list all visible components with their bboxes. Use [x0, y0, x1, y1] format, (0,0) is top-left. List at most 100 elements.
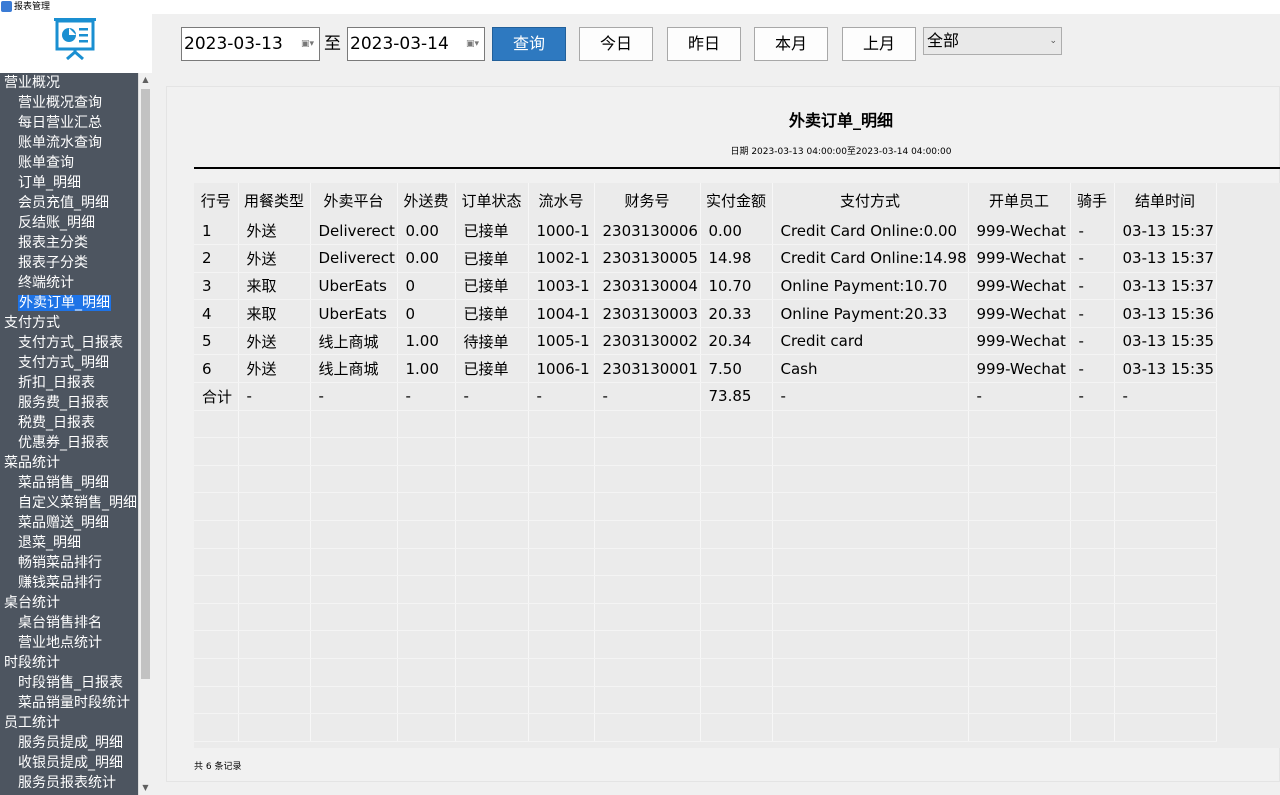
nav-item[interactable]: 畅销菜品排行 [0, 553, 138, 573]
nav-group-header[interactable]: 时段统计 [0, 653, 138, 673]
column-header[interactable]: 实付金额 [700, 183, 773, 217]
nav-group-header[interactable]: 支付方式 [0, 313, 138, 333]
report-title: 外卖订单_明细 [788, 111, 893, 130]
nav-item[interactable]: 每日营业汇总 [0, 113, 138, 133]
calendar-dropdown-icon[interactable]: ▣▾ [466, 39, 480, 49]
nav-group-header[interactable]: 员工统计 [0, 713, 138, 733]
nav-item[interactable]: 税费_日报表 [0, 413, 138, 433]
start-date-picker[interactable]: 2023-03-13 ▣▾ [181, 27, 320, 61]
nav-item[interactable]: 支付方式_日报表 [0, 333, 138, 353]
nav-item[interactable]: 账单流水查询 [0, 133, 138, 153]
column-header[interactable]: 行号 [194, 183, 239, 217]
column-header[interactable]: 流水号 [528, 183, 595, 217]
nav-item-label: 营业概况查询 [18, 95, 102, 111]
table-cell: 999-Wechat [968, 272, 1071, 301]
nav-item[interactable]: 赚钱菜品排行 [0, 573, 138, 593]
table-row[interactable]: 3 来取 UberEats 0 已接单 1003-1 2303130004 10.70 Onli… [194, 272, 1217, 301]
nav-item[interactable]: 折扣_日报表 [0, 373, 138, 393]
nav-group-header[interactable]: 菜品统计 [0, 453, 138, 473]
calendar-dropdown-icon[interactable]: ▣▾ [301, 39, 315, 49]
nav-item[interactable]: 菜品销量时段统计 [0, 693, 138, 713]
nav-item[interactable]: 会员充值_明细 [0, 193, 138, 213]
nav-item[interactable]: 报表主分类 [0, 233, 138, 253]
table-row[interactable]: 1 外送 Deliverect 0.00 已接单 1000-1 2303130006 0.00… [194, 217, 1217, 246]
table-cell: 外送 [238, 354, 311, 384]
column-header[interactable]: 开单员工 [968, 183, 1071, 217]
nav-item[interactable]: 支付方式_明细 [0, 353, 138, 373]
table-cell: 0 [397, 272, 456, 301]
empty-cell [194, 630, 239, 659]
table-cell: Credit Card Online:0.00 [772, 217, 969, 246]
column-header[interactable]: 结单时间 [1114, 183, 1217, 217]
table-cell: - [1070, 272, 1115, 301]
scrollbar-thumb[interactable] [141, 89, 150, 679]
table-row[interactable]: 5 外送 线上商城 1.00 待接单 1005-1 2303130002 20.34 Credi… [194, 327, 1217, 356]
table-row[interactable]: 6 外送 线上商城 1.00 已接单 1006-1 2303130001 7.50 Cash 99… [194, 354, 1217, 384]
nav-item-label: 退菜_明细 [18, 535, 81, 551]
nav-item[interactable]: 服务员报表统计 [0, 773, 138, 793]
empty-cell [455, 575, 529, 604]
nav-group-header[interactable]: 营业概况 [0, 73, 138, 93]
table-cell: - [968, 382, 1071, 411]
empty-cell [528, 410, 595, 439]
table-cell: - [397, 382, 456, 411]
nav-item[interactable]: 营业地点统计 [0, 633, 138, 653]
table-row[interactable]: 2 外送 Deliverect 0.00 已接单 1002-1 2303130005 14.9… [194, 244, 1217, 273]
column-header[interactable]: 外送费 [397, 183, 456, 217]
column-header[interactable]: 用餐类型 [238, 183, 311, 217]
window-title: 报表管理 [14, 2, 51, 12]
empty-cell [700, 575, 773, 604]
nav-item[interactable]: 订单_明细 [0, 173, 138, 193]
nav-item[interactable]: 服务费_日报表 [0, 393, 138, 413]
table-cell: 20.34 [700, 327, 773, 356]
empty-cell [194, 410, 239, 439]
empty-cell [700, 465, 773, 494]
yesterday-button[interactable]: 昨日 [667, 27, 741, 61]
empty-cell [238, 492, 311, 522]
nav-item[interactable]: 菜品赠送_明细 [0, 513, 138, 533]
table-cell: 2303130006 [594, 217, 701, 246]
nav-item-label: 时段销售_日报表 [18, 675, 123, 691]
nav-item[interactable]: 服务员提成_明细 [0, 733, 138, 753]
nav-item[interactable]: 营业概况查询 [0, 93, 138, 113]
column-header[interactable]: 财务号 [594, 183, 701, 217]
nav-item[interactable]: 自定义菜销售_明细 [0, 493, 138, 513]
empty-cell [194, 713, 239, 742]
table-cell: 合计 [194, 382, 239, 411]
nav-item[interactable]: 菜品销售_明细 [0, 473, 138, 493]
table-row[interactable]: 4 来取 UberEats 0 已接单 1004-1 2303130003 20.33 Onli… [194, 299, 1217, 328]
nav-item[interactable]: 优惠券_日报表 [0, 433, 138, 453]
column-header[interactable]: 外卖平台 [310, 183, 398, 217]
nav-item[interactable]: 报表子分类 [0, 253, 138, 273]
nav-item[interactable]: 桌台销售排名 [0, 613, 138, 633]
scroll-up-icon[interactable]: ▲ [139, 73, 152, 87]
column-header[interactable]: 订单状态 [455, 183, 529, 217]
nav-item[interactable]: 反结账_明细 [0, 213, 138, 233]
nav-item[interactable]: 退菜_明细 [0, 533, 138, 553]
total-row[interactable]: 合计 - - - - - -73.85- - - - [194, 382, 1217, 411]
nav-item[interactable]: 账单查询 [0, 153, 138, 173]
nav-item-label: 畅销菜品排行 [18, 555, 102, 571]
table-cell: 0 [397, 299, 456, 328]
empty-cell [528, 686, 595, 715]
nav-item-label: 外卖订单_明细 [18, 295, 111, 311]
nav-item[interactable]: 终端统计 [0, 273, 138, 293]
nav-item[interactable]: 时段销售_日报表 [0, 673, 138, 693]
last-month-button[interactable]: 上月 [842, 27, 916, 61]
empty-cell [772, 658, 969, 687]
table-cell: 来取 [238, 299, 311, 328]
this-month-button[interactable]: 本月 [754, 27, 828, 61]
nav-item[interactable]: 外卖订单_明细 [0, 293, 138, 313]
end-date-picker[interactable]: 2023-03-14 ▣▾ [347, 27, 485, 61]
sidebar-scrollbar[interactable]: ▲ ▼ [138, 73, 152, 795]
column-header[interactable]: 支付方式 [772, 183, 969, 217]
nav-item[interactable]: 收银员提成_明细 [0, 753, 138, 773]
nav-group-header[interactable]: 桌台统计 [0, 593, 138, 613]
empty-cell [700, 603, 773, 632]
today-button[interactable]: 今日 [579, 27, 653, 61]
empty-cell [594, 658, 701, 687]
platform-filter-select[interactable]: 全部 ⌄ [923, 27, 1062, 55]
column-header[interactable]: 骑手 [1070, 183, 1115, 217]
scroll-down-icon[interactable]: ▼ [139, 781, 152, 795]
query-button[interactable]: 查询 [492, 27, 566, 61]
